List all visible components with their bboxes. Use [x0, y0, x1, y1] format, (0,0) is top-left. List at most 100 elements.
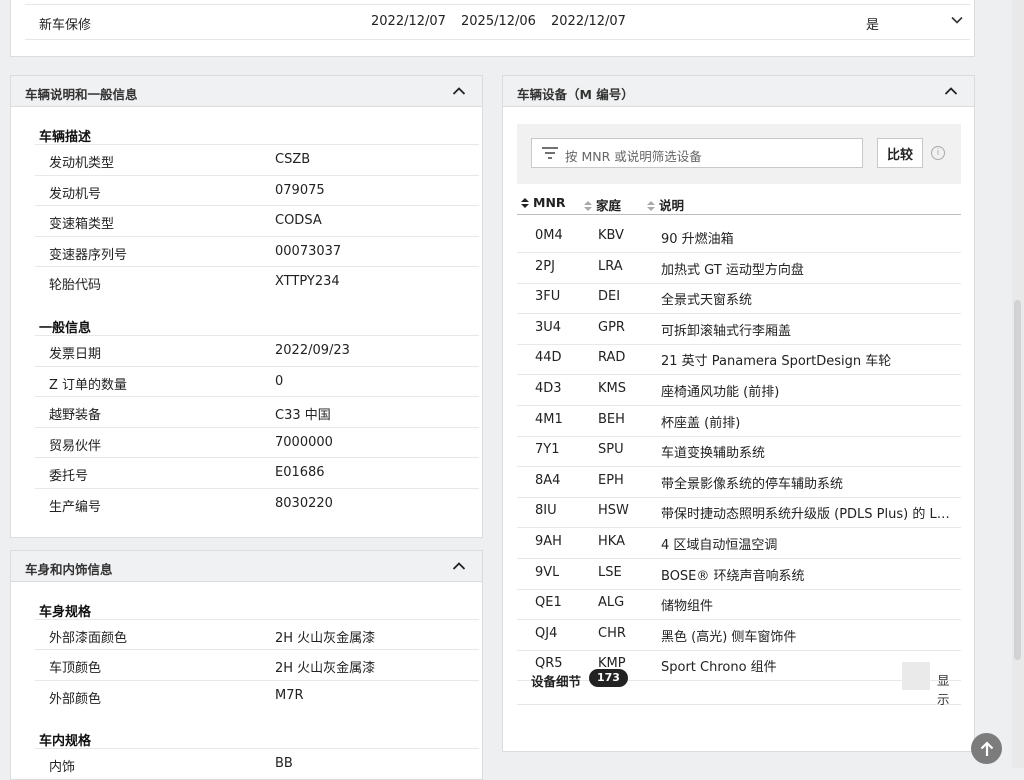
- info-key: 生产编号: [49, 500, 102, 515]
- description-cell: 4 区域自动恒温空调: [661, 538, 778, 553]
- panel-title: 车身和内饰信息: [25, 562, 113, 577]
- info-row: 生产编号 8030220: [35, 488, 479, 519]
- equipment-row: 4D3 KMS 座椅通风功能 (前排): [517, 375, 961, 406]
- section-heading: 一般信息: [39, 321, 92, 336]
- info-row: 外部颜色 M7R: [35, 680, 479, 711]
- info-value: CODSA: [275, 213, 322, 228]
- info-value: XTTPY234: [275, 274, 340, 289]
- description-cell: 可拆卸滚轴式行李厢盖: [661, 323, 792, 339]
- mnr-cell: 4D3: [535, 381, 562, 396]
- column-header-mnr[interactable]: MNR: [521, 195, 566, 210]
- column-label: MNR: [533, 195, 566, 210]
- filter-bar: 按 MNR 或说明筛选设备 比较 i: [517, 124, 961, 184]
- equipment-row: 8IU HSW 带保时捷动态照明系统升级版 (PDLS Plus) 的 LED 矩阵…: [517, 497, 961, 529]
- warranty-start-date: 2022/12/07: [371, 14, 446, 29]
- family-cell: LSE: [598, 564, 622, 580]
- chevron-up-icon[interactable]: [452, 559, 466, 573]
- info-key: 委托号: [49, 469, 89, 484]
- info-key: 车顶颜色: [49, 661, 102, 676]
- chevron-up-icon[interactable]: [452, 84, 466, 98]
- vehicle-info-header[interactable]: 车辆说明和一般信息: [11, 76, 482, 107]
- panel-title: 车辆说明和一般信息: [25, 87, 138, 102]
- filter-icon: [542, 147, 558, 159]
- equipment-table-header: MNR 家庭 说明: [517, 194, 961, 215]
- description-cell: 全景式天窗系统: [661, 293, 753, 309]
- equipment-footer: 设备细节 173 显示: [517, 654, 961, 707]
- info-value: 2H 火山灰金属漆: [275, 631, 376, 646]
- info-icon[interactable]: i: [931, 146, 945, 160]
- sort-icon: [647, 201, 655, 211]
- show-details-label: 显示: [937, 673, 950, 707]
- description-cell: 带全景影像系统的停车辅助系统: [661, 476, 844, 492]
- info-value: 00073037: [275, 244, 342, 259]
- description-cell: 90 升燃油箱: [661, 232, 734, 247]
- equipment-filter-input[interactable]: 按 MNR 或说明筛选设备: [531, 138, 863, 168]
- family-cell: SPU: [598, 442, 624, 458]
- warranty-label: 新车保修: [39, 18, 92, 33]
- info-key: 发票日期: [49, 347, 102, 362]
- family-cell: GPR: [598, 319, 625, 335]
- info-row: 委托号 E01686: [35, 457, 479, 488]
- scrollbar-thumb[interactable]: [1014, 300, 1021, 660]
- page-scrollbar[interactable]: [1012, 0, 1024, 768]
- info-value: E01686: [275, 465, 325, 480]
- equipment-row: 8A4 EPH 带全景影像系统的停车辅助系统: [517, 467, 961, 498]
- section-heading: 车内规格: [39, 734, 92, 749]
- description-cell: 座椅通风功能 (前排): [661, 385, 780, 400]
- mnr-cell: 2PJ: [535, 258, 555, 274]
- info-row: 轮胎代码 XTTPY234: [35, 266, 479, 297]
- body-info-panel: 车身和内饰信息 车身规格 外部漆面颜色 2H 火山灰金属漆 车顶颜色 2H 火山…: [10, 550, 483, 780]
- warranty-end-date: 2025/12/06: [461, 14, 536, 29]
- info-key: 发动机类型: [49, 156, 115, 171]
- family-cell: KMS: [598, 381, 626, 396]
- equipment-header[interactable]: 车辆设备（M 编号）: [503, 76, 974, 107]
- compare-button[interactable]: 比较: [877, 138, 923, 168]
- panel-title: 车辆设备（M 编号）: [517, 87, 634, 102]
- description-cell: BOSE® 环绕声音响系统: [661, 568, 805, 584]
- show-details-toggle[interactable]: [902, 662, 930, 690]
- mnr-cell: 3U4: [535, 319, 562, 335]
- info-value: C33 中国: [275, 408, 331, 423]
- equipment-row: QE1 ALG 储物组件: [517, 589, 961, 621]
- column-header-description[interactable]: 说明: [647, 195, 684, 214]
- info-key: 内饰: [49, 760, 76, 775]
- column-header-family[interactable]: 家庭: [584, 195, 621, 214]
- mnr-cell: 8A4: [535, 472, 561, 488]
- info-key: 外部颜色: [49, 692, 102, 707]
- family-cell: LRA: [598, 258, 623, 274]
- equipment-row: 9AH HKA 4 区域自动恒温空调: [517, 528, 961, 559]
- back-to-top-button[interactable]: [971, 733, 1002, 764]
- vehicle-info-panel: 车辆说明和一般信息 车辆描述 发动机类型 CSZB 发动机号 079075 变速…: [10, 75, 483, 538]
- info-value: M7R: [275, 688, 304, 703]
- expand-row-button[interactable]: [946, 9, 968, 31]
- info-value: 8030220: [275, 496, 333, 511]
- equipment-panel: 车辆设备（M 编号） 按 MNR 或说明筛选设备 比较 i MNR 家庭 说明 …: [502, 75, 975, 752]
- info-row: 发票日期 2022/09/23: [35, 335, 479, 366]
- info-value: BB: [275, 756, 293, 771]
- sort-icon: [521, 198, 529, 208]
- mnr-cell: 7Y1: [535, 442, 560, 458]
- body-info-header[interactable]: 车身和内饰信息: [11, 551, 482, 582]
- description-cell: 黑色 (高光) 侧车窗饰件: [661, 629, 797, 645]
- info-key: 贸易伙伴: [49, 439, 102, 454]
- family-cell: RAD: [598, 350, 626, 366]
- mnr-cell: 8IU: [535, 503, 557, 519]
- family-cell: HSW: [598, 503, 629, 519]
- family-cell: EPH: [598, 472, 624, 488]
- column-label: 说明: [659, 198, 685, 213]
- warranty-flag: 是: [866, 18, 880, 33]
- family-cell: CHR: [598, 625, 626, 641]
- equipment-row: 44D RAD 21 英寸 Panamera SportDesign 车轮: [517, 344, 961, 376]
- warranty-row: 新车保修 2022/12/07 2025/12/06 2022/12/07 是: [25, 4, 970, 40]
- mnr-cell: QE1: [535, 595, 562, 611]
- info-row: 车顶颜色 2H 火山灰金属漆: [35, 649, 479, 680]
- info-key: 发动机号: [49, 187, 102, 202]
- mnr-cell: 4M1: [535, 411, 563, 427]
- equipment-row: 2PJ LRA 加热式 GT 运动型方向盘: [517, 253, 961, 284]
- family-cell: KBV: [598, 228, 624, 243]
- warranty-date: 2022/12/07: [551, 14, 626, 29]
- section-heading: 车身规格: [39, 605, 92, 620]
- chevron-up-icon[interactable]: [944, 84, 958, 98]
- mnr-cell: 9AH: [535, 534, 562, 549]
- equipment-row: 4M1 BEH 杯座盖 (前排): [517, 406, 961, 437]
